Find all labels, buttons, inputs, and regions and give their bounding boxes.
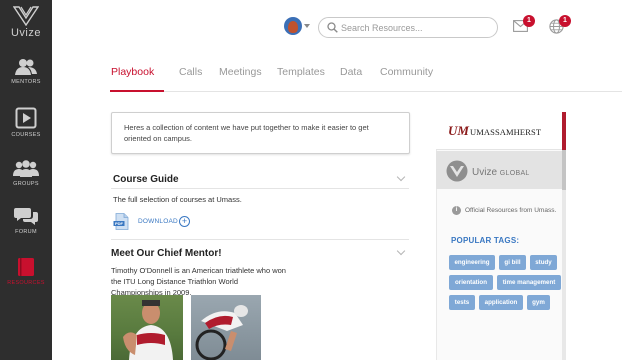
notifications-count-badge: 1 — [559, 15, 571, 27]
sidebar-item-label: Courses — [11, 132, 41, 138]
active-tab-indicator — [110, 90, 164, 92]
uvize-suffix: GLOBAL — [499, 170, 530, 177]
tag-time-management[interactable]: time management — [497, 275, 561, 290]
mentor-photo-cycling — [191, 295, 261, 360]
chief-mentor-title: Meet Our Chief Mentor! — [111, 248, 222, 259]
tag-engineering[interactable]: engineering — [449, 255, 495, 270]
sidebar-item-label: Mentors — [11, 79, 41, 85]
courses-icon — [15, 107, 37, 129]
search-icon — [327, 22, 338, 33]
sidebar-item-label: Resources — [7, 280, 45, 286]
tab-templates[interactable]: Templates — [277, 66, 325, 78]
download-link[interactable]: Download — [138, 218, 178, 225]
chevron-down-icon[interactable] — [396, 246, 406, 256]
umass-name: UMASSAMHERST — [470, 127, 542, 137]
uvize-logo-icon — [446, 160, 468, 182]
sidebar: Uvize Mentors Courses Groups — [0, 0, 52, 360]
info-icon: i — [452, 206, 461, 215]
tab-calls[interactable]: Calls — [179, 66, 202, 78]
sidebar-item-groups[interactable]: Groups — [0, 160, 52, 212]
search-box — [318, 17, 498, 38]
sidebar-item-courses[interactable]: Courses — [0, 107, 52, 159]
tag-orientation[interactable]: orientation — [449, 275, 493, 290]
tab-playbook[interactable]: Playbook — [111, 66, 154, 78]
user-avatar[interactable] — [284, 17, 302, 35]
intro-notice: Heres a collection of content we have pu… — [111, 112, 410, 154]
panel-scrollbar-thumb[interactable] — [562, 150, 566, 190]
course-guide-description: The full selection of courses at Umass. — [113, 195, 242, 204]
sidebar-item-forum[interactable]: Forum — [0, 206, 52, 258]
tab-meetings[interactable]: Meetings — [219, 66, 262, 78]
umass-org-card[interactable]: UM UMASSAMHERST — [436, 112, 562, 150]
uvize-logo-icon — [13, 6, 39, 26]
athlete-running-image — [123, 300, 173, 360]
sidebar-item-resources[interactable]: Resources — [0, 257, 52, 309]
svg-text:PDF: PDF — [115, 221, 124, 226]
official-resources-text: Official Resources from Umass. — [465, 207, 557, 214]
tab-data[interactable]: Data — [340, 66, 362, 78]
sidebar-item-label: Groups — [13, 181, 39, 187]
tab-community[interactable]: Community — [380, 66, 433, 78]
pdf-icon: PDF — [113, 213, 129, 230]
tag-gym[interactable]: gym — [527, 295, 550, 310]
tag-gi-bill[interactable]: gi bill — [499, 255, 526, 270]
chevron-down-icon[interactable] — [304, 24, 310, 28]
add-icon[interactable]: + — [179, 216, 190, 227]
app-logo[interactable]: Uvize — [0, 6, 52, 46]
forum-icon — [14, 208, 38, 225]
search-input[interactable] — [341, 20, 491, 35]
section-divider — [111, 188, 409, 189]
app-logo-text: Uvize — [10, 27, 41, 39]
avatar-face — [288, 21, 298, 33]
groups-icon — [13, 160, 39, 177]
tag-application[interactable]: application — [479, 295, 523, 310]
sidebar-item-label: Forum — [15, 229, 37, 235]
chief-mentor-description: Timothy O'Donnell is an American triathl… — [111, 266, 286, 297]
umass-logo: UM — [448, 123, 469, 138]
uvize-global-name: Uvize GLOBAL — [472, 167, 530, 178]
tabs-divider — [110, 91, 622, 92]
popular-tags-title: Popular Tags: — [451, 236, 520, 245]
sidebar-item-mentors[interactable]: Mentors — [0, 58, 52, 110]
athlete-cycling-image — [195, 305, 248, 360]
tag-study[interactable]: study — [530, 255, 557, 270]
tag-tests[interactable]: tests — [449, 295, 475, 310]
chevron-down-icon[interactable] — [396, 172, 406, 182]
selected-org-indicator — [562, 112, 566, 150]
section-divider — [111, 239, 409, 240]
uvize-name: Uvize — [472, 167, 498, 178]
mail-count-badge: 1 — [523, 15, 535, 27]
mentors-icon — [15, 59, 37, 75]
resources-icon — [18, 258, 34, 276]
course-guide-title: Course Guide — [113, 174, 179, 185]
mentor-photo-running — [111, 295, 183, 360]
